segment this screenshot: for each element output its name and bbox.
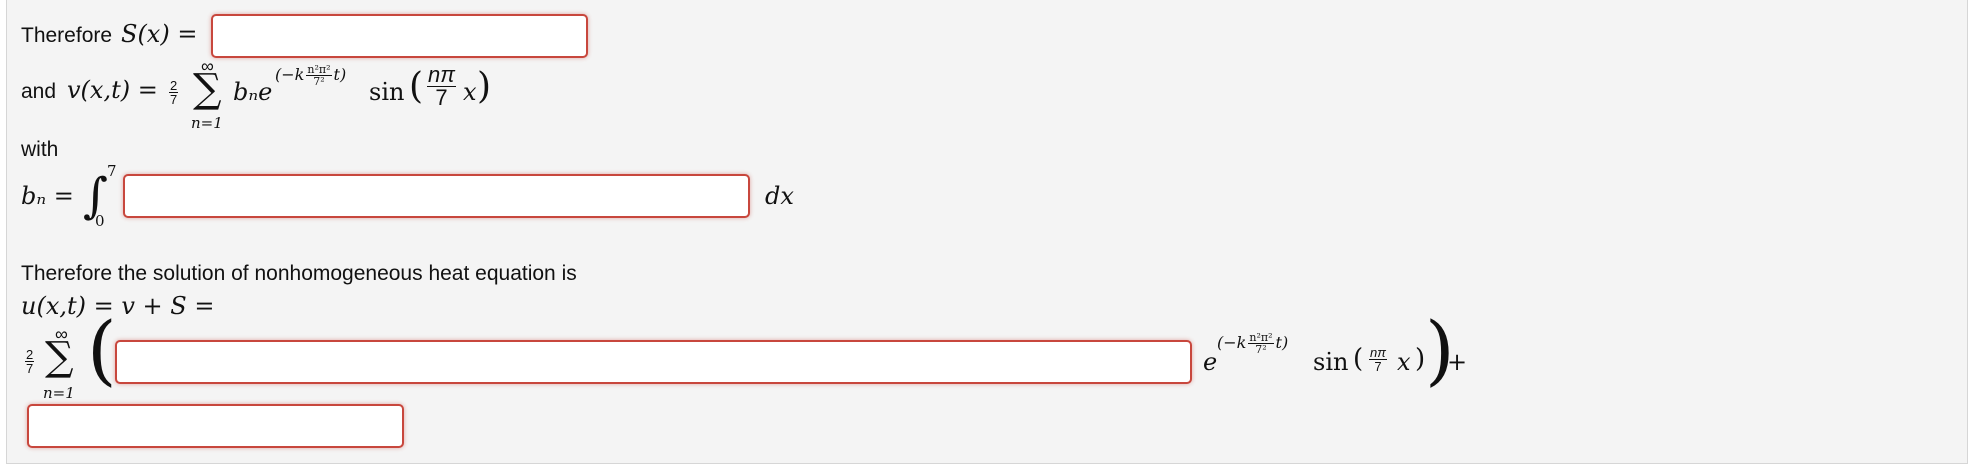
plus-sign: + — [1447, 348, 1468, 376]
u-additional-term-input[interactable] — [27, 404, 404, 448]
s-of-x-expression: S(x) = — [121, 20, 198, 48]
and-label: and — [21, 80, 57, 103]
u-exponent: (−k n²π² 7² t) — [1217, 331, 1289, 356]
v-sin: sin — [369, 78, 405, 106]
v-sin-paren-close: ) — [477, 66, 492, 107]
with-label: with — [21, 138, 59, 161]
u-sin-var: x — [1397, 348, 1411, 376]
u-series-coefficient-input[interactable] — [115, 340, 1192, 384]
v-sin-paren-open: ( — [409, 66, 424, 107]
u-expression: u(x,t) = v + S = — [21, 292, 215, 320]
v-sum-lower: n=1 — [191, 114, 223, 132]
v-sum-sign: ∑ — [193, 66, 222, 112]
u-big-paren-open: ( — [87, 305, 117, 394]
integral-lower-limit: 0 — [95, 212, 105, 230]
v-exponent: (−k n²π² 7² t) — [275, 63, 347, 88]
u-coefficient: 27 — [25, 347, 35, 376]
u-exp-base: e — [1203, 348, 1218, 376]
v-coefficient: 27 — [169, 78, 179, 107]
v-term: bₙe — [233, 78, 273, 106]
bn-lhs: bₙ = — [21, 182, 74, 210]
solution-sentence: Therefore the solution of nonhomogeneous… — [21, 262, 577, 285]
s-of-x-input[interactable] — [211, 14, 588, 58]
question-panel: Therefore S(x) = and v(x,t) = 27 ∞ ∑ n=1… — [6, 0, 1968, 464]
u-sum-lower: n=1 — [43, 384, 75, 402]
therefore-label: Therefore — [21, 24, 113, 47]
v-lhs: v(x,t) = — [67, 76, 158, 104]
bn-integrand-input[interactable] — [123, 174, 750, 218]
v-sin-fraction: nπ 7 — [427, 62, 456, 110]
u-sum-sign: ∑ — [45, 334, 74, 380]
u-sin-paren-open: ( — [1353, 344, 1364, 374]
u-sin-paren-close: ) — [1415, 344, 1426, 374]
u-sin-fraction: nπ 7 — [1369, 345, 1387, 374]
v-sin-var: x — [463, 78, 477, 106]
integral-upper-limit: 7 — [107, 162, 117, 180]
dx-label: dx — [765, 182, 794, 210]
u-sin: sin — [1313, 348, 1349, 376]
